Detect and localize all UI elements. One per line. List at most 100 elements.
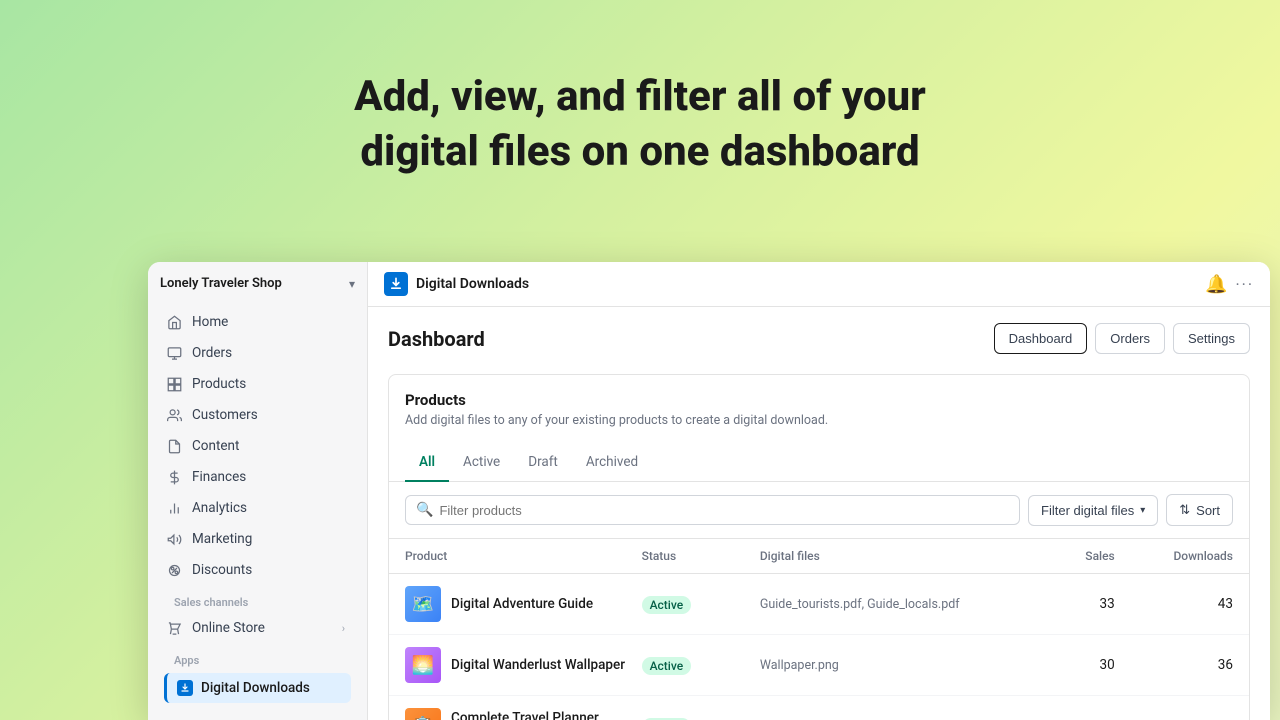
store-selector[interactable]: Lonely Traveler Shop ▾ <box>148 262 367 303</box>
header-product: Product <box>405 549 642 563</box>
table-header: Product Status Digital files Sales Downl… <box>389 539 1249 574</box>
header-sales: Sales <box>996 549 1114 563</box>
sort-label: Sort <box>1196 503 1220 518</box>
sidebar-item-orders[interactable]: Orders <box>156 338 359 368</box>
filter-bar: 🔍 Filter digital files ▾ ⇅ Sort <box>389 482 1249 539</box>
table-body: 🗺️ Digital Adventure Guide Active Guide_… <box>389 574 1249 720</box>
product-thumbnail: 📋 <box>405 708 441 720</box>
more-options-icon[interactable]: ··· <box>1235 275 1254 294</box>
page-actions: Dashboard Orders Settings <box>994 323 1250 354</box>
chevron-down-icon: ▾ <box>349 277 355 291</box>
search-icon: 🔍 <box>416 502 433 518</box>
home-icon <box>166 314 182 330</box>
app-window: Lonely Traveler Shop ▾ Home Orders <box>148 262 1270 720</box>
search-input[interactable] <box>439 503 1009 518</box>
sidebar-item-customers[interactable]: Customers <box>156 400 359 430</box>
top-bar: Digital Downloads 🔔 ··· <box>368 262 1270 307</box>
marketing-icon <box>166 531 182 547</box>
section-desc: Add digital files to any of your existin… <box>405 413 1233 428</box>
sort-button[interactable]: ⇅ Sort <box>1166 494 1233 526</box>
table-row[interactable]: 🗺️ Digital Adventure Guide Active Guide_… <box>389 574 1249 635</box>
product-name: Complete Travel Planner Template <box>451 710 642 720</box>
digital-downloads-icon <box>177 680 193 696</box>
main-content: Digital Downloads 🔔 ··· Dashboard Dashbo… <box>368 262 1270 720</box>
product-cell: 🗺️ Digital Adventure Guide <box>405 586 642 622</box>
filter-digital-files-button[interactable]: Filter digital files ▾ <box>1028 495 1158 526</box>
sidebar: Lonely Traveler Shop ▾ Home Orders <box>148 262 368 720</box>
top-bar-left: Digital Downloads <box>384 272 529 296</box>
section-title: Products <box>405 391 1233 409</box>
sort-arrows-icon: ⇅ <box>1179 502 1190 518</box>
product-thumbnail: 🗺️ <box>405 586 441 622</box>
product-cell: 🌅 Digital Wanderlust Wallpaper <box>405 647 642 683</box>
orders-button[interactable]: Orders <box>1095 323 1165 354</box>
content-icon <box>166 438 182 454</box>
sidebar-item-label: Finances <box>192 469 246 485</box>
search-input-wrap[interactable]: 🔍 <box>405 495 1020 525</box>
sidebar-item-label: Products <box>192 376 246 392</box>
products-section-card: Products Add digital files to any of you… <box>388 374 1250 720</box>
section-header: Products Add digital files to any of you… <box>389 375 1249 444</box>
sidebar-item-online-store[interactable]: Online Store › <box>156 613 359 643</box>
sales-cell: 33 <box>996 596 1114 612</box>
sales-channels-label: Sales channels <box>156 586 359 613</box>
notification-bell-icon[interactable]: 🔔 <box>1205 274 1227 295</box>
top-bar-right: 🔔 ··· <box>1205 274 1254 295</box>
chevron-right-icon: › <box>342 622 349 635</box>
sidebar-item-digital-downloads[interactable]: Digital Downloads <box>164 673 351 703</box>
app-title: Digital Downloads <box>416 276 529 292</box>
sidebar-item-content[interactable]: Content <box>156 431 359 461</box>
settings-button[interactable]: Settings <box>1173 323 1250 354</box>
digital-files-cell: Guide_tourists.pdf, Guide_locals.pdf <box>760 597 997 612</box>
sidebar-item-label: Home <box>192 314 228 330</box>
header-status: Status <box>642 549 760 563</box>
header-digital-files: Digital files <box>760 549 997 563</box>
tab-all[interactable]: All <box>405 444 449 482</box>
sales-cell: 30 <box>996 657 1114 673</box>
status-cell: Active <box>642 655 760 675</box>
sidebar-item-analytics[interactable]: Analytics <box>156 493 359 523</box>
status-cell: Active <box>642 716 760 720</box>
apps-label: Apps <box>156 644 359 671</box>
status-cell: Active <box>642 594 760 614</box>
sidebar-item-home[interactable]: Home <box>156 307 359 337</box>
analytics-icon <box>166 500 182 516</box>
hero-title: Add, view, and filter all of your digita… <box>340 70 940 179</box>
content-area: Dashboard Dashboard Orders Settings Prod… <box>368 307 1270 720</box>
tab-archived[interactable]: Archived <box>572 444 652 482</box>
page-header: Dashboard Dashboard Orders Settings <box>388 323 1250 354</box>
digital-files-cell: Wallpaper.png <box>760 658 997 673</box>
sidebar-item-label: Discounts <box>192 562 252 578</box>
sidebar-item-products[interactable]: Products <box>156 369 359 399</box>
header-downloads: Downloads <box>1115 549 1233 563</box>
store-name: Lonely Traveler Shop <box>160 276 282 291</box>
sidebar-item-label: Online Store <box>192 620 265 636</box>
hero-section: Add, view, and filter all of your digita… <box>0 0 1280 219</box>
sidebar-item-label: Content <box>192 438 239 454</box>
products-table: Product Status Digital files Sales Downl… <box>389 539 1249 720</box>
sidebar-item-discounts[interactable]: Discounts <box>156 555 359 585</box>
product-name: Digital Wanderlust Wallpaper <box>451 657 625 673</box>
product-cell: 📋 Complete Travel Planner Template <box>405 708 642 720</box>
table-row[interactable]: 📋 Complete Travel Planner Template Activ… <box>389 696 1249 720</box>
sidebar-item-label: Orders <box>192 345 232 361</box>
online-store-icon <box>166 620 182 636</box>
tabs-bar: All Active Draft Archived <box>389 444 1249 482</box>
dashboard-button[interactable]: Dashboard <box>994 323 1088 354</box>
sidebar-item-label: Customers <box>192 407 258 423</box>
downloads-cell: 36 <box>1115 657 1233 673</box>
tab-draft[interactable]: Draft <box>514 444 572 482</box>
sidebar-item-marketing[interactable]: Marketing <box>156 524 359 554</box>
table-row[interactable]: 🌅 Digital Wanderlust Wallpaper Active Wa… <box>389 635 1249 696</box>
sidebar-nav: Home Orders Products Customers <box>148 303 367 709</box>
sidebar-item-finances[interactable]: Finances <box>156 462 359 492</box>
products-icon <box>166 376 182 392</box>
sidebar-item-label: Analytics <box>192 500 247 516</box>
customers-icon <box>166 407 182 423</box>
status-badge: Active <box>642 657 692 675</box>
downloads-cell: 43 <box>1115 596 1233 612</box>
status-badge: Active <box>642 596 692 614</box>
product-name: Digital Adventure Guide <box>451 596 593 612</box>
orders-icon <box>166 345 182 361</box>
tab-active[interactable]: Active <box>449 444 514 482</box>
